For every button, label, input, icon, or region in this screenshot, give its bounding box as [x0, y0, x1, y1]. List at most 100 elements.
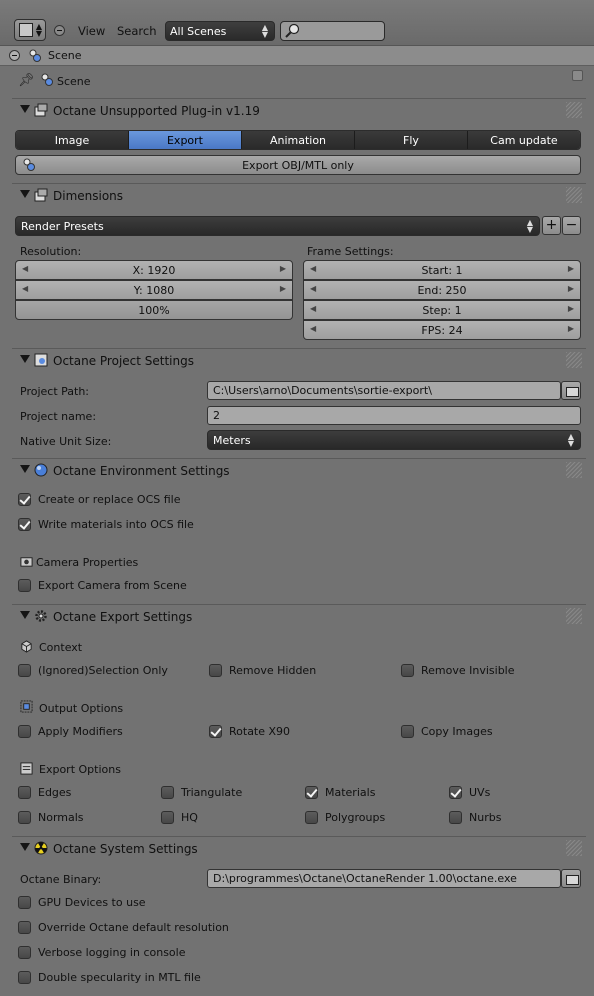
export-obj-button[interactable]: Export OBJ/MTL only	[15, 155, 581, 175]
scene-icon	[41, 73, 53, 86]
add-preset-button[interactable]: +	[542, 216, 561, 235]
triangulate-checkbox[interactable]: Triangulate	[161, 786, 242, 799]
panel-header-plugin[interactable]: Octane Unsupported Plug-in v1.19	[12, 98, 586, 122]
drag-grip-icon[interactable]	[566, 608, 582, 624]
region-toggle-icon[interactable]	[572, 70, 583, 81]
checkbox-box	[18, 493, 31, 506]
render-presets-dropdown[interactable]: Render Presets ▲ ▼	[15, 216, 540, 236]
unit-size-dropdown[interactable]: Meters ▲ ▼	[207, 430, 581, 450]
nurbs-checkbox[interactable]: Nurbs	[449, 811, 501, 824]
resolution-x-field[interactable]: ◀ X: 1920 ▶	[15, 260, 293, 280]
resolution-percent-value: 100%	[138, 304, 170, 317]
panel-header-system[interactable]: Octane System Settings	[12, 836, 586, 860]
resolution-percent-field[interactable]: 100%	[15, 300, 293, 320]
panel-title: Octane Unsupported Plug-in v1.19	[53, 104, 260, 118]
scene-icon	[23, 158, 35, 171]
folder-browse-icon[interactable]	[561, 381, 581, 400]
render-presets-value: Render Presets	[21, 220, 104, 233]
fps-value: FPS: 24	[421, 324, 463, 337]
tab-fly[interactable]: Fly	[355, 131, 468, 149]
chevron-updown-icon: ▲ ▼	[567, 432, 574, 448]
render-icon	[34, 103, 48, 117]
polygroups-label: Polygroups	[325, 811, 386, 824]
project-path-input[interactable]: C:\Users\arno\Documents\sortie-export\	[207, 381, 561, 400]
drag-grip-icon[interactable]	[566, 840, 582, 856]
drag-grip-icon[interactable]	[566, 352, 582, 368]
editor-type-button[interactable]: ▲ ▼	[14, 19, 46, 41]
output-icon	[20, 700, 33, 713]
apply-modifiers-checkbox[interactable]: Apply Modifiers	[18, 725, 123, 738]
edges-checkbox[interactable]: Edges	[18, 786, 71, 799]
panel-title: Octane Project Settings	[53, 354, 194, 368]
radiation-icon	[34, 841, 48, 855]
properties-header: ▲ ▼ View Search All Scenes ▲ ▼	[0, 0, 594, 46]
panel-title: Dimensions	[53, 189, 124, 203]
triangulate-label: Triangulate	[181, 786, 243, 799]
selection-only-checkbox[interactable]: (Ignored)Selection Only	[18, 664, 168, 677]
menu-view[interactable]: View	[78, 24, 105, 38]
panel-header-project[interactable]: Octane Project Settings	[12, 348, 586, 372]
write-materials-checkbox[interactable]: Write materials into OCS file	[18, 518, 194, 531]
frame-end-field[interactable]: ◀ End: 250 ▶	[303, 280, 581, 300]
collapse-menus-button[interactable]	[54, 25, 65, 36]
apply-modifiers-label: Apply Modifiers	[38, 725, 123, 738]
remove-hidden-checkbox[interactable]: Remove Hidden	[209, 664, 316, 677]
project-name-input[interactable]: 2	[207, 406, 581, 425]
drag-grip-icon[interactable]	[566, 462, 582, 478]
pin-icon[interactable]: 📌︎	[18, 73, 35, 88]
menu-search[interactable]: Search	[117, 24, 157, 38]
override-resolution-label: Override Octane default resolution	[38, 921, 229, 934]
checkbox-box	[209, 725, 222, 738]
breadcrumb-scene[interactable]: Scene	[48, 49, 82, 62]
search-input[interactable]	[280, 21, 385, 41]
frame-step-field[interactable]: ◀ Step: 1 ▶	[303, 300, 581, 320]
file-browse-icon[interactable]	[561, 869, 581, 888]
cube-icon	[21, 640, 32, 653]
rotate-x90-checkbox[interactable]: Rotate X90	[209, 725, 290, 738]
override-resolution-checkbox[interactable]: Override Octane default resolution	[18, 921, 229, 934]
verbose-logging-checkbox[interactable]: Verbose logging in console	[18, 946, 186, 959]
remove-invisible-checkbox[interactable]: Remove Invisible	[401, 664, 515, 677]
frame-start-field[interactable]: ◀ Start: 1 ▶	[303, 260, 581, 280]
resolution-y-field[interactable]: ◀ Y: 1080 ▶	[15, 280, 293, 300]
export-obj-label: Export OBJ/MTL only	[242, 159, 354, 172]
normals-checkbox[interactable]: Normals	[18, 811, 84, 824]
tab-image[interactable]: Image	[16, 131, 129, 149]
collapse-icon[interactable]	[9, 50, 20, 61]
scene-filter-dropdown[interactable]: All Scenes ▲ ▼	[165, 21, 275, 41]
checkbox-box	[18, 971, 31, 984]
panel-header-environment[interactable]: Octane Environment Settings	[12, 458, 586, 482]
octane-binary-input[interactable]: D:\programmes\Octane\OctaneRender 1.00\o…	[207, 869, 561, 888]
fps-field[interactable]: ◀ FPS: 24 ▶	[303, 320, 581, 340]
drag-grip-icon[interactable]	[566, 102, 582, 118]
chevron-updown-icon: ▲ ▼	[35, 22, 42, 38]
tab-animation[interactable]: Animation	[242, 131, 355, 149]
hq-label: HQ	[181, 811, 198, 824]
camera-icon	[20, 557, 33, 567]
materials-checkbox[interactable]: Materials	[305, 786, 375, 799]
tab-cam-update[interactable]: Cam update	[468, 131, 580, 149]
tab-export[interactable]: Export	[129, 131, 242, 149]
copy-images-checkbox[interactable]: Copy Images	[401, 725, 493, 738]
remove-hidden-label: Remove Hidden	[229, 664, 317, 677]
create-ocs-checkbox[interactable]: Create or replace OCS file	[18, 493, 181, 506]
drag-grip-icon[interactable]	[566, 187, 582, 203]
polygroups-checkbox[interactable]: Polygroups	[305, 811, 385, 824]
double-specularity-checkbox[interactable]: Double specularity in MTL file	[18, 971, 201, 984]
panel-header-dimensions[interactable]: Dimensions	[12, 183, 586, 207]
image-icon	[34, 353, 48, 367]
resolution-label: Resolution:	[20, 245, 82, 258]
checkbox-box	[401, 664, 414, 677]
unit-size-label: Native Unit Size:	[20, 435, 112, 448]
checkbox-box	[18, 579, 31, 592]
panel-header-export[interactable]: Octane Export Settings	[12, 604, 586, 628]
verbose-logging-label: Verbose logging in console	[38, 946, 186, 959]
export-camera-checkbox[interactable]: Export Camera from Scene	[18, 579, 187, 592]
uvs-checkbox[interactable]: UVs	[449, 786, 490, 799]
camera-properties-label: Camera Properties	[36, 556, 139, 569]
gpu-devices-checkbox[interactable]: GPU Devices to use	[18, 896, 146, 909]
hq-checkbox[interactable]: HQ	[161, 811, 198, 824]
expand-triangle-icon	[20, 611, 30, 619]
gear-icon	[35, 610, 47, 622]
remove-preset-button[interactable]: −	[562, 216, 581, 235]
